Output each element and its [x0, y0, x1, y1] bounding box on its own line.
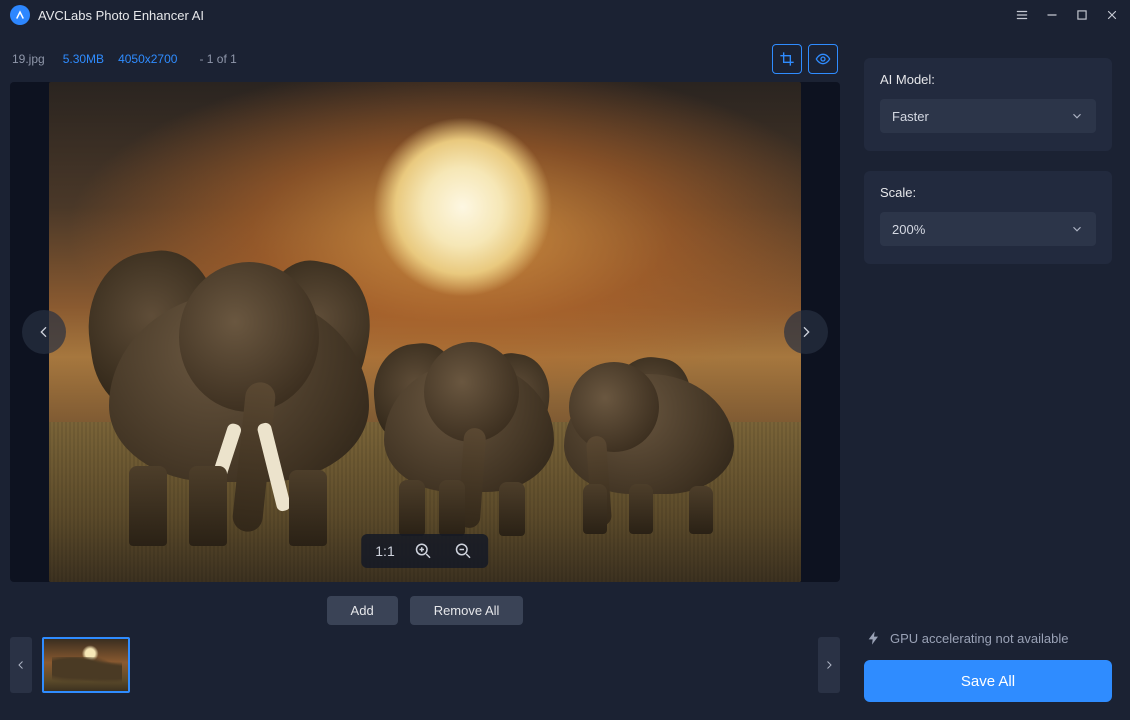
thumbnail-item[interactable]: [42, 637, 130, 693]
save-all-button[interactable]: Save All: [864, 660, 1112, 702]
gpu-status-row: GPU accelerating not available: [864, 622, 1112, 660]
file-counter: - 1 of 1: [199, 52, 236, 66]
prev-image-button[interactable]: [22, 310, 66, 354]
scale-panel: Scale: 200%: [864, 171, 1112, 264]
bolt-icon: [866, 630, 882, 646]
minimize-button[interactable]: [1044, 7, 1060, 23]
remove-all-button[interactable]: Remove All: [410, 596, 524, 625]
zoom-toolbar: 1:1: [361, 534, 488, 568]
ai-model-panel: AI Model: Faster: [864, 58, 1112, 151]
ai-model-label: AI Model:: [880, 72, 1096, 87]
file-dimensions: 4050x2700: [118, 52, 177, 66]
ai-model-select[interactable]: Faster: [880, 99, 1096, 133]
app-logo: [10, 5, 30, 25]
maximize-button[interactable]: [1074, 7, 1090, 23]
next-image-button[interactable]: [784, 310, 828, 354]
titlebar: AVCLabs Photo Enhancer AI: [0, 0, 1130, 30]
scale-value: 200%: [892, 222, 925, 237]
ai-model-value: Faster: [892, 109, 929, 124]
file-name: 19.jpg: [12, 52, 45, 66]
settings-sidebar: AI Model: Faster Scale: 200% GPU acceler…: [850, 30, 1130, 720]
crop-button[interactable]: [772, 44, 802, 74]
thumbnail-prev-button[interactable]: [10, 637, 32, 693]
file-info-row: 19.jpg 5.30MB 4050x2700 - 1 of 1: [10, 40, 840, 82]
menu-button[interactable]: [1014, 7, 1030, 23]
gpu-status-text: GPU accelerating not available: [890, 631, 1069, 646]
scale-label: Scale:: [880, 185, 1096, 200]
zoom-actual-size[interactable]: 1:1: [375, 543, 394, 559]
thumbnail-strip: [10, 637, 840, 703]
file-size: 5.30MB: [63, 52, 104, 66]
zoom-out-button[interactable]: [453, 540, 475, 562]
preview-button[interactable]: [808, 44, 838, 74]
zoom-in-button[interactable]: [413, 540, 435, 562]
preview-image: [49, 82, 801, 582]
thumbnail-next-button[interactable]: [818, 637, 840, 693]
chevron-down-icon: [1070, 222, 1084, 236]
close-button[interactable]: [1104, 7, 1120, 23]
main-area: 19.jpg 5.30MB 4050x2700 - 1 of 1: [0, 30, 850, 720]
add-button[interactable]: Add: [327, 596, 398, 625]
scale-select[interactable]: 200%: [880, 212, 1096, 246]
chevron-down-icon: [1070, 109, 1084, 123]
action-row: Add Remove All: [10, 582, 840, 637]
app-title: AVCLabs Photo Enhancer AI: [38, 8, 1014, 23]
image-viewer: 1:1: [10, 82, 840, 582]
